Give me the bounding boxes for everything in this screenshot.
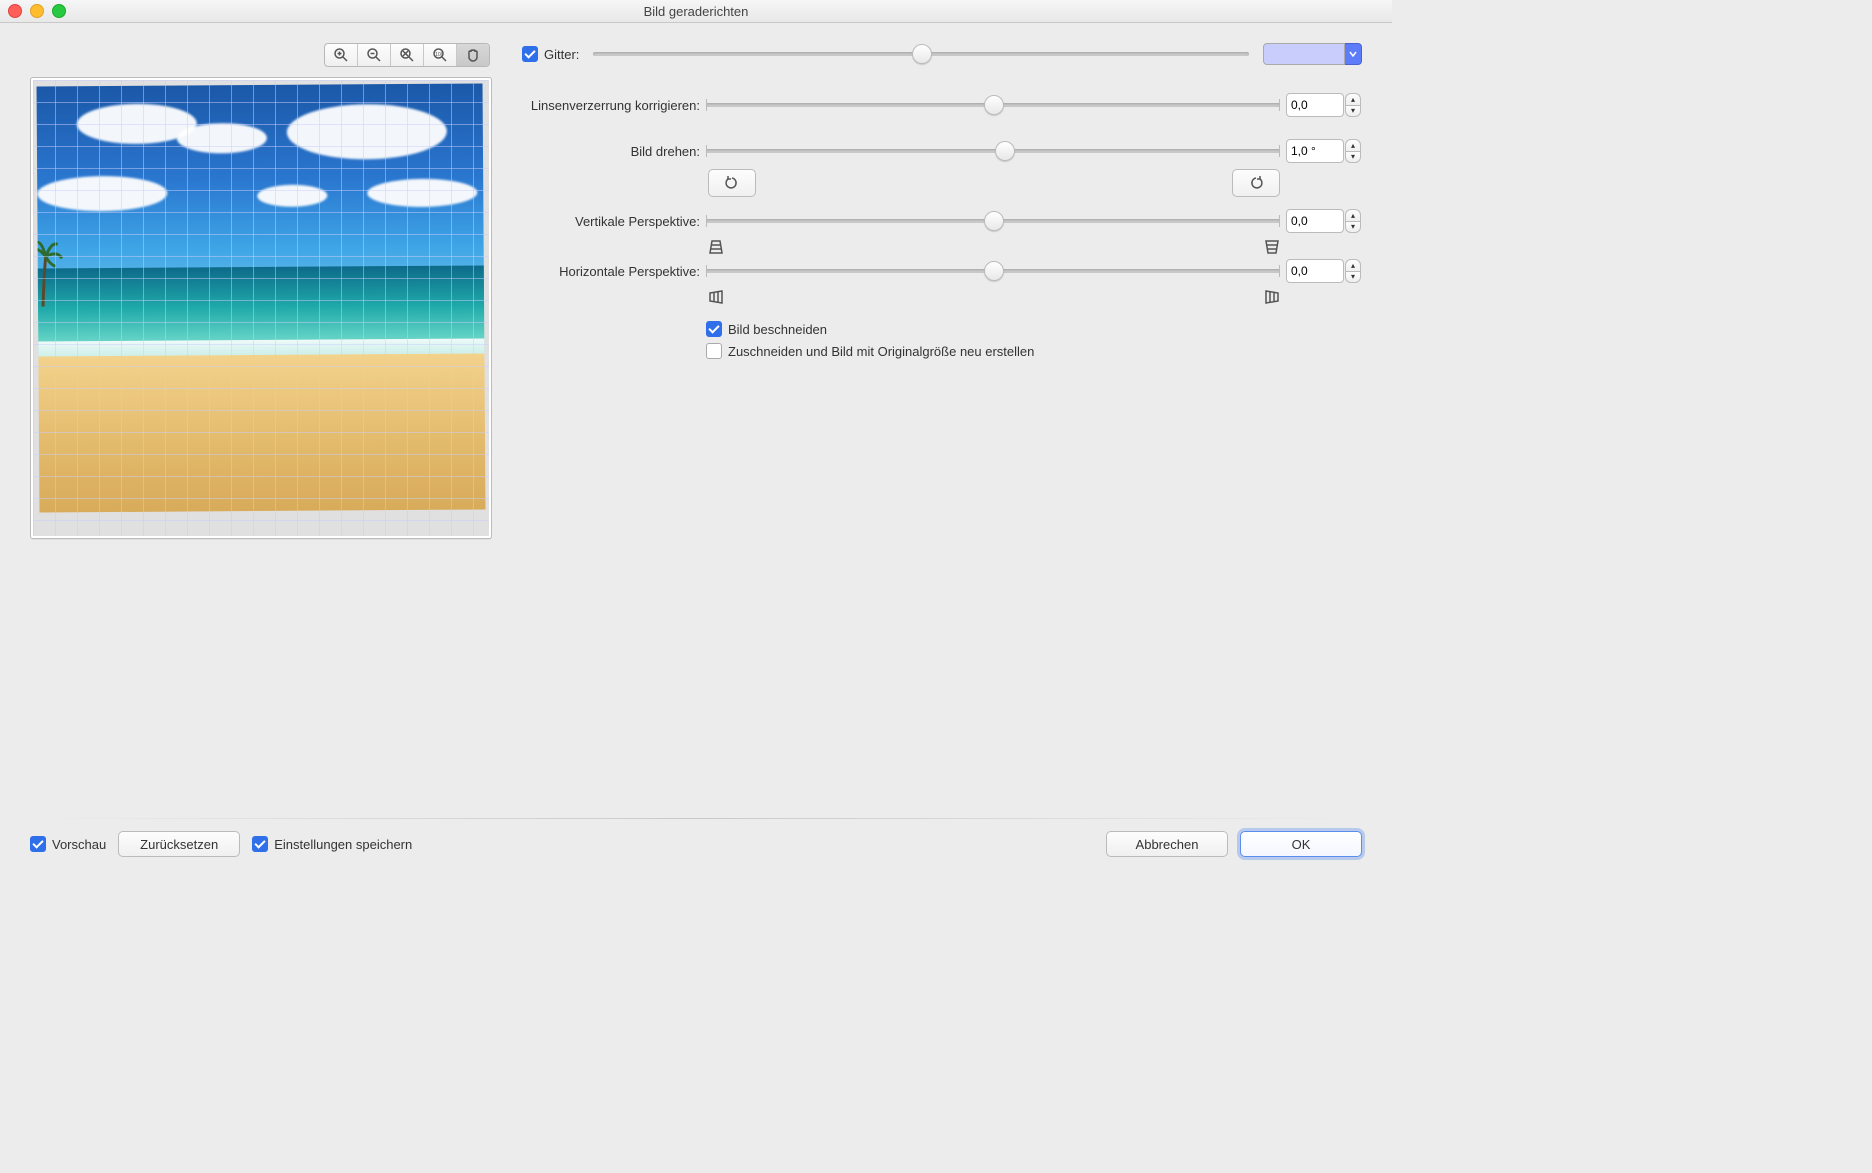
rotate-cw-button[interactable] <box>1232 169 1280 197</box>
vertical-perspective-value[interactable] <box>1287 214 1333 228</box>
rotate-label: Bild drehen: <box>512 144 706 159</box>
ok-button-label: OK <box>1292 837 1311 852</box>
footer: Vorschau Zurücksetzen Einstellungen spei… <box>0 806 1392 873</box>
hand-icon <box>465 47 481 63</box>
cancel-button[interactable]: Abbrechen <box>1106 831 1228 857</box>
horizontal-perspective-slider[interactable] <box>706 263 1280 279</box>
vertical-perspective-label: Vertikale Perspektive: <box>512 214 706 229</box>
vertical-perspective-input[interactable]: ▴▾ <box>1286 209 1344 233</box>
color-swatch <box>1263 43 1345 65</box>
titlebar: Bild geraderichten <box>0 0 1392 23</box>
rotate-cw-icon <box>1248 175 1264 191</box>
palm-icon <box>38 236 68 306</box>
stepper-down-icon[interactable]: ▾ <box>1345 105 1361 118</box>
controls-panel: Gitter: Linsenverzerrung korrigieren: <box>512 43 1362 539</box>
zoom-out-icon <box>366 47 382 63</box>
lens-correction-slider[interactable] <box>706 97 1280 113</box>
zoom-fit-button[interactable] <box>391 44 424 66</box>
stepper-up-icon[interactable]: ▴ <box>1345 209 1361 221</box>
zoom-100-button[interactable]: 100 <box>424 44 457 66</box>
left-column: 100 <box>30 43 492 539</box>
zoom-tool-segment: 100 <box>324 43 490 67</box>
grid-checkbox[interactable]: Gitter: <box>522 46 579 62</box>
zoom-fit-icon <box>399 47 415 63</box>
rotate-slider[interactable] <box>706 143 1280 159</box>
stepper-up-icon[interactable]: ▴ <box>1345 259 1361 271</box>
crop-checkbox-label: Bild beschneiden <box>728 322 827 337</box>
perspective-right-narrow-icon <box>1264 289 1280 305</box>
separator <box>30 818 1362 819</box>
ok-button[interactable]: OK <box>1240 831 1362 857</box>
svg-text:100: 100 <box>435 52 444 58</box>
rotate-ccw-button[interactable] <box>708 169 756 197</box>
horizontal-perspective-input[interactable]: ▴▾ <box>1286 259 1344 283</box>
lens-correction-value[interactable] <box>1287 98 1333 112</box>
zoom-in-icon <box>333 47 349 63</box>
perspective-bottom-narrow-icon <box>1264 239 1280 255</box>
lens-correction-input[interactable]: ▴▾ <box>1286 93 1344 117</box>
stepper-up-icon[interactable]: ▴ <box>1345 139 1361 151</box>
grid-color-picker[interactable] <box>1263 43 1362 65</box>
perspective-top-narrow-icon <box>708 239 724 255</box>
save-settings-checkbox-label: Einstellungen speichern <box>274 837 412 852</box>
stepper-up-icon[interactable]: ▴ <box>1345 93 1361 105</box>
perspective-left-narrow-icon <box>708 289 724 305</box>
rotate-ccw-icon <box>724 175 740 191</box>
checkbox-icon <box>522 46 538 62</box>
preview-checkbox-label: Vorschau <box>52 837 106 852</box>
cancel-button-label: Abbrechen <box>1136 837 1199 852</box>
preview-frame[interactable] <box>30 77 492 539</box>
window-title: Bild geraderichten <box>0 4 1392 19</box>
horizontal-perspective-value[interactable] <box>1287 264 1333 278</box>
checkbox-icon <box>252 836 268 852</box>
stepper-down-icon[interactable]: ▾ <box>1345 271 1361 284</box>
grid-checkbox-label: Gitter: <box>544 47 579 62</box>
zoom-100-icon: 100 <box>432 47 448 63</box>
checkbox-icon <box>706 343 722 359</box>
horizontal-perspective-label: Horizontale Perspektive: <box>512 264 706 279</box>
resize-checkbox-label: Zuschneiden und Bild mit Originalgröße n… <box>728 344 1034 359</box>
zoom-in-button[interactable] <box>325 44 358 66</box>
stepper-down-icon[interactable]: ▾ <box>1345 151 1361 164</box>
resize-checkbox[interactable]: Zuschneiden und Bild mit Originalgröße n… <box>706 343 1034 359</box>
preview-image <box>33 80 489 536</box>
checkbox-icon <box>30 836 46 852</box>
reset-button[interactable]: Zurücksetzen <box>118 831 240 857</box>
reset-button-label: Zurücksetzen <box>140 837 218 852</box>
preview-checkbox[interactable]: Vorschau <box>30 836 106 852</box>
checkbox-icon <box>706 321 722 337</box>
rotate-input[interactable]: ▴▾ <box>1286 139 1344 163</box>
zoom-out-button[interactable] <box>358 44 391 66</box>
rotate-value[interactable] <box>1287 144 1333 158</box>
lens-correction-label: Linsenverzerrung korrigieren: <box>512 98 706 113</box>
save-settings-checkbox[interactable]: Einstellungen speichern <box>252 836 412 852</box>
grid-density-slider[interactable] <box>593 46 1249 62</box>
dropdown-arrow-icon <box>1345 43 1362 65</box>
crop-checkbox[interactable]: Bild beschneiden <box>706 321 827 337</box>
stepper-down-icon[interactable]: ▾ <box>1345 221 1361 234</box>
vertical-perspective-slider[interactable] <box>706 213 1280 229</box>
hand-tool-button[interactable] <box>457 44 489 66</box>
